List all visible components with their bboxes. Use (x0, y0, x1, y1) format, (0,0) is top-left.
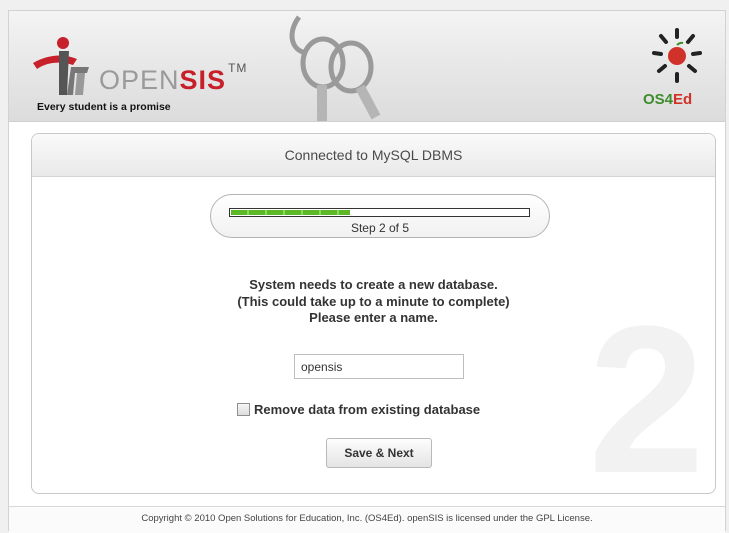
progress-label: Step 2 of 5 (350, 221, 410, 235)
save-next-button[interactable]: Save & Next (326, 438, 432, 468)
opensis-logo: OPENSIS TM Every student is a promise (29, 37, 246, 117)
keys-icon (289, 15, 381, 121)
remove-data-label: Remove data from existing database (254, 402, 481, 417)
progress-track (229, 208, 530, 217)
progress-fill (231, 210, 350, 215)
instruction-message: System needs to create a new database. (… (32, 277, 715, 327)
instruction-line: (This could take up to a minute to compl… (237, 293, 510, 309)
database-name-input[interactable] (294, 354, 464, 379)
os4ed-brand: OS4Ed (635, 27, 711, 113)
panel-title: Connected to MySQL DBMS (32, 134, 715, 177)
copyright-footer: Copyright © 2010 Open Solutions for Educ… (9, 506, 725, 533)
install-panel: Connected to MySQL DBMS 2 Step 2 of 5 Sy… (31, 133, 716, 494)
remove-data-option[interactable]: Remove data from existing database (237, 402, 480, 418)
logo-wordmark: OPENSIS TM (99, 61, 248, 95)
progress-indicator: Step 2 of 5 (210, 194, 550, 238)
instruction-line: System needs to create a new database. (249, 277, 498, 292)
instruction-line: Please enter a name. (309, 310, 438, 325)
student-figure-icon (33, 37, 89, 95)
header-banner: OPENSIS TM Every student is a promise OS… (9, 11, 725, 122)
os4ed-wordmark: OS4Ed (643, 91, 693, 108)
apple-sunburst-icon (652, 28, 702, 83)
remove-data-checkbox[interactable] (237, 403, 250, 416)
install-page: OPENSIS TM Every student is a promise OS… (8, 10, 726, 533)
logo-tagline: Every student is a promise (37, 101, 171, 113)
